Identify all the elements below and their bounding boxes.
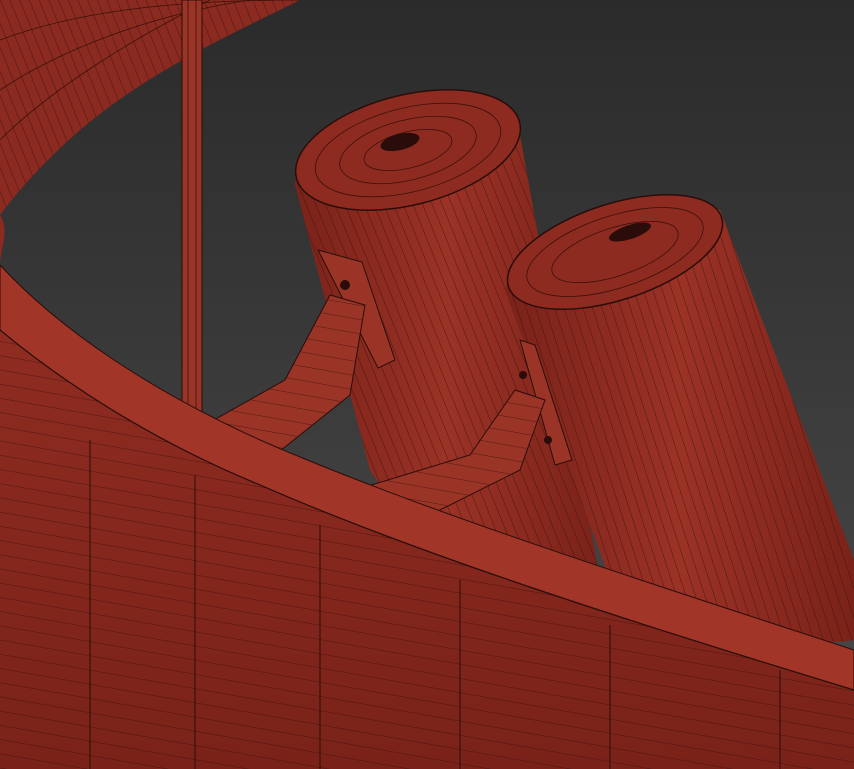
vertical-rod bbox=[181, 0, 203, 463]
wireframe-render bbox=[0, 0, 854, 769]
3d-viewport[interactable] bbox=[0, 0, 854, 769]
